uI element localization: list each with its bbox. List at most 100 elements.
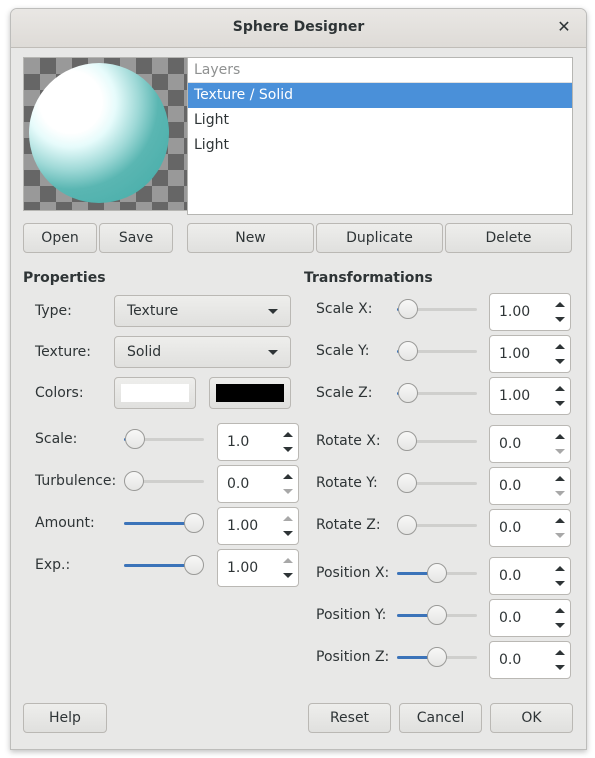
scale-x-spinbutton[interactable]: 1.00 (489, 293, 571, 331)
rotate-x-value[interactable]: 0.0 (499, 436, 521, 452)
decrement-icon[interactable] (282, 568, 294, 582)
help-button[interactable]: Help (23, 703, 107, 733)
exp-value[interactable]: 1.00 (227, 560, 258, 576)
position-x-slider-handle[interactable] (427, 563, 447, 583)
rotate-x-spinbutton[interactable]: 0.0 (489, 425, 571, 463)
rotate-z-spinbutton[interactable]: 0.0 (489, 509, 571, 547)
decrement-icon[interactable] (554, 396, 566, 410)
decrement-icon[interactable] (554, 312, 566, 326)
new-layer-button[interactable]: New (187, 223, 314, 253)
amount-slider-handle[interactable] (184, 513, 204, 533)
decrement-icon[interactable] (282, 442, 294, 456)
amount-value[interactable]: 1.00 (227, 518, 258, 534)
duplicate-layer-button[interactable]: Duplicate (316, 223, 443, 253)
position-y-slider[interactable] (397, 605, 477, 627)
position-z-slider-handle[interactable] (427, 647, 447, 667)
texture-dropdown[interactable]: Solid (114, 336, 291, 368)
increment-icon[interactable] (554, 340, 566, 354)
scale-x-value[interactable]: 1.00 (499, 304, 530, 320)
rotate-y-value[interactable]: 0.0 (499, 478, 521, 494)
decrement-icon[interactable] (554, 354, 566, 368)
scale-value[interactable]: 1.0 (227, 434, 249, 450)
open-button[interactable]: Open (23, 223, 97, 253)
scale-spinbutton[interactable]: 1.0 (217, 423, 299, 461)
scale-z-spinbutton[interactable]: 1.00 (489, 377, 571, 415)
position-z-slider[interactable] (397, 647, 477, 669)
rotate-y-slider-handle[interactable] (397, 473, 417, 493)
color-2-button[interactable] (209, 377, 291, 409)
decrement-icon[interactable] (282, 484, 294, 498)
layers-list[interactable]: Layers Texture / Solid Light Light (187, 57, 573, 215)
increment-icon[interactable] (554, 562, 566, 576)
increment-icon[interactable] (282, 470, 294, 484)
increment-icon[interactable] (554, 514, 566, 528)
decrement-icon[interactable] (554, 618, 566, 632)
scale-x-slider[interactable] (397, 299, 477, 321)
increment-icon[interactable] (554, 298, 566, 312)
delete-layer-button[interactable]: Delete (445, 223, 572, 253)
increment-icon[interactable] (282, 554, 294, 568)
position-x-spinbutton[interactable]: 0.0 (489, 557, 571, 595)
turbulence-value[interactable]: 0.0 (227, 476, 249, 492)
position-y-spinbutton[interactable]: 0.0 (489, 599, 571, 637)
position-y-value[interactable]: 0.0 (499, 610, 521, 626)
layer-item[interactable]: Light (188, 108, 572, 133)
exp-slider-handle[interactable] (184, 555, 204, 575)
rotate-x-slider-handle[interactable] (397, 431, 417, 451)
rotate-y-label: Rotate Y: (316, 475, 378, 491)
turbulence-spinbutton[interactable]: 0.0 (217, 465, 299, 503)
color-1-button[interactable] (114, 377, 196, 409)
sphere-image (29, 63, 169, 203)
rotate-z-slider-handle[interactable] (397, 515, 417, 535)
scale-y-slider[interactable] (397, 341, 477, 363)
position-z-value[interactable]: 0.0 (499, 652, 521, 668)
rotate-z-value[interactable]: 0.0 (499, 520, 521, 536)
window-title: Sphere Designer (232, 19, 365, 35)
scale-z-slider[interactable] (397, 383, 477, 405)
position-z-spinbutton[interactable]: 0.0 (489, 641, 571, 679)
scale-slider[interactable] (124, 429, 204, 451)
increment-icon[interactable] (282, 428, 294, 442)
scale-y-spinbutton[interactable]: 1.00 (489, 335, 571, 373)
exp-slider[interactable] (124, 555, 204, 577)
decrement-icon[interactable] (554, 576, 566, 590)
turbulence-slider[interactable] (124, 471, 204, 493)
amount-slider[interactable] (124, 513, 204, 535)
increment-icon[interactable] (554, 472, 566, 486)
scale-slider-handle[interactable] (125, 429, 146, 449)
scale-x-slider-handle[interactable] (398, 299, 419, 319)
turbulence-slider-handle[interactable] (124, 471, 144, 491)
scale-z-value[interactable]: 1.00 (499, 388, 530, 404)
rotate-x-slider[interactable] (397, 431, 477, 453)
close-icon[interactable]: ✕ (554, 17, 574, 37)
increment-icon[interactable] (554, 604, 566, 618)
decrement-icon[interactable] (554, 660, 566, 674)
decrement-icon[interactable] (282, 526, 294, 540)
colors-label: Colors: (35, 385, 84, 401)
ok-button[interactable]: OK (490, 703, 573, 733)
layer-item[interactable]: Texture / Solid (188, 83, 572, 108)
position-y-slider-handle[interactable] (427, 605, 447, 625)
rotate-y-spinbutton[interactable]: 0.0 (489, 467, 571, 505)
save-button[interactable]: Save (99, 223, 173, 253)
increment-icon[interactable] (554, 382, 566, 396)
rotate-z-slider[interactable] (397, 515, 477, 537)
scale-y-slider-handle[interactable] (398, 341, 419, 361)
reset-button[interactable]: Reset (308, 703, 391, 733)
layer-item[interactable]: Light (188, 133, 572, 158)
increment-icon[interactable] (282, 512, 294, 526)
exp-spinbutton[interactable]: 1.00 (217, 549, 299, 587)
rotate-y-slider[interactable] (397, 473, 477, 495)
decrement-icon[interactable] (554, 486, 566, 500)
cancel-button[interactable]: Cancel (399, 703, 482, 733)
scale-y-value[interactable]: 1.00 (499, 346, 530, 362)
type-dropdown[interactable]: Texture (114, 295, 291, 327)
position-x-slider[interactable] (397, 563, 477, 585)
decrement-icon[interactable] (554, 444, 566, 458)
position-x-value[interactable]: 0.0 (499, 568, 521, 584)
amount-spinbutton[interactable]: 1.00 (217, 507, 299, 545)
increment-icon[interactable] (554, 430, 566, 444)
decrement-icon[interactable] (554, 528, 566, 542)
increment-icon[interactable] (554, 646, 566, 660)
scale-z-slider-handle[interactable] (398, 383, 419, 403)
